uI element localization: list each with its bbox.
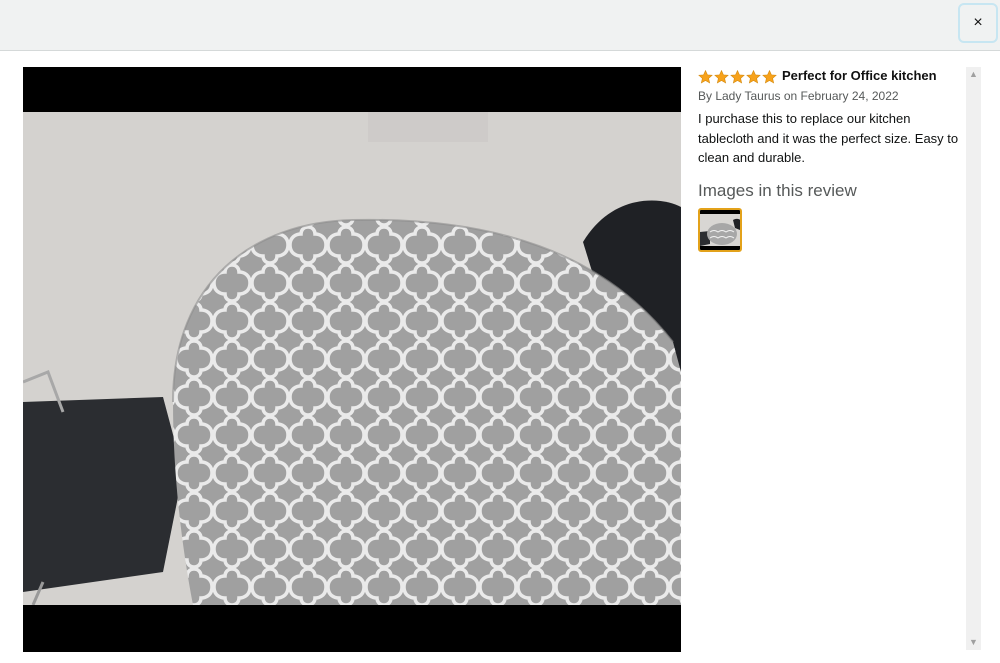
star-icon <box>698 69 713 84</box>
star-icon <box>730 69 745 84</box>
modal-header: × <box>0 0 1000 51</box>
star-rating <box>698 69 778 84</box>
review-body: I purchase this to replace our kitchen t… <box>698 111 959 165</box>
review-image-thumbnail[interactable] <box>698 207 742 252</box>
review-title-row: Perfect for Office kitchen <box>698 67 960 85</box>
review-panel: Perfect for Office kitchen By Lady Tauru… <box>698 67 960 252</box>
review-photo <box>23 112 681 605</box>
scroll-down-arrow[interactable]: ▼ <box>966 635 981 650</box>
images-heading: Images in this review <box>698 180 857 200</box>
review-byline: By Lady Taurus on February 24, 2022 <box>698 89 899 103</box>
review-title: Perfect for Office kitchen <box>782 68 937 83</box>
star-icon <box>746 69 761 84</box>
scroll-up-arrow[interactable]: ▲ <box>966 67 981 82</box>
star-icon <box>762 69 777 84</box>
close-button[interactable]: × <box>958 3 998 43</box>
review-image-viewer <box>23 67 681 652</box>
star-icon <box>714 69 729 84</box>
review-scrollbar[interactable]: ▲ ▼ <box>966 67 981 650</box>
tablecloth-thumbnail <box>700 209 740 250</box>
close-icon: × <box>973 14 983 31</box>
